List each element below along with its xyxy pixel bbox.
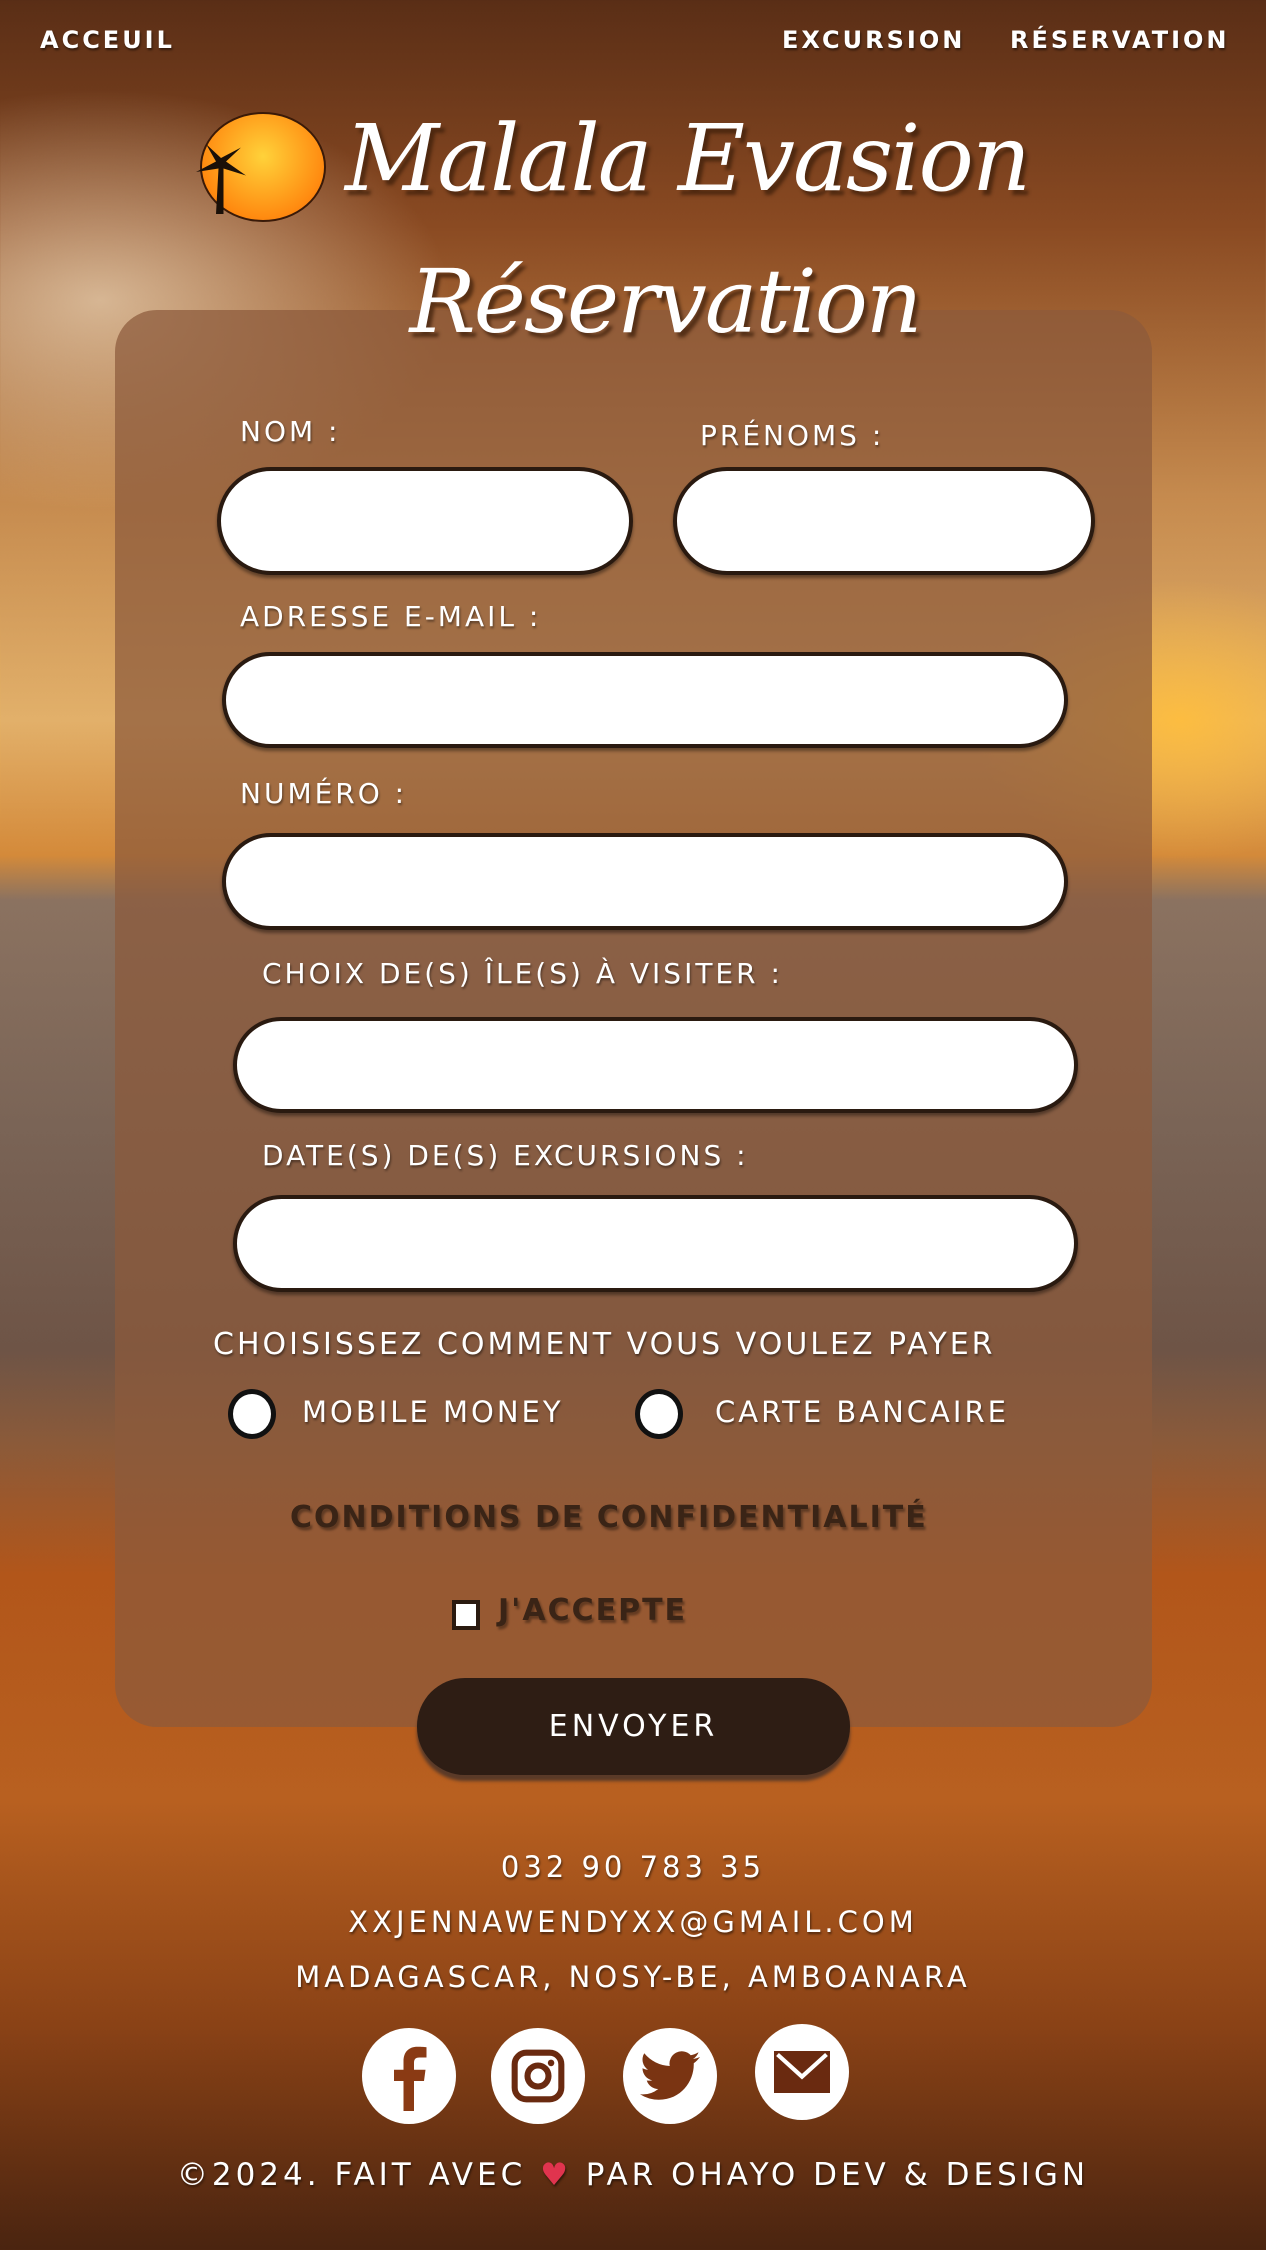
email-label: ADRESSE E-MAIL : <box>240 600 542 633</box>
radio-mobile-money-label[interactable]: MOBILE MONEY <box>302 1395 564 1429</box>
dates-label: DATE(S) DE(S) EXCURSIONS : <box>262 1139 749 1172</box>
footer-email[interactable]: XXJENNAWENDYXX@GMAIL.COM <box>0 1905 1266 1939</box>
facebook-icon[interactable] <box>362 2028 456 2124</box>
radio-carte-bancaire[interactable] <box>635 1389 683 1439</box>
mail-icon[interactable] <box>755 2024 849 2120</box>
nom-input[interactable] <box>217 467 633 575</box>
prenoms-input[interactable] <box>673 467 1095 575</box>
accept-label[interactable]: J'ACCEPTE <box>498 1593 687 1628</box>
copyright-prefix: ©2024. FAIT AVEC <box>176 2157 527 2193</box>
iles-input[interactable] <box>233 1017 1078 1113</box>
nav-reservation[interactable]: RÉSERVATION <box>1010 26 1229 54</box>
submit-button[interactable]: ENVOYER <box>417 1678 850 1775</box>
accept-checkbox[interactable] <box>452 1600 480 1630</box>
logo <box>200 112 326 222</box>
email-input[interactable] <box>222 652 1068 748</box>
heart-icon: ♥ <box>540 2157 572 2193</box>
footer-phone: 032 90 783 35 <box>500 1850 766 1884</box>
prenoms-label: PRÉNOMS : <box>700 419 885 452</box>
twitter-icon[interactable] <box>623 2028 717 2124</box>
nav-home[interactable]: ACCEUIL <box>40 26 175 54</box>
iles-label: CHOIX DE(S) ÎLE(S) À VISITER : <box>262 957 783 990</box>
nom-label: NOM : <box>240 415 341 448</box>
numero-input[interactable] <box>222 833 1068 930</box>
radio-mobile-money[interactable] <box>228 1389 276 1439</box>
brand-title: Malala Evasion <box>345 105 1031 212</box>
instagram-icon[interactable] <box>491 2028 585 2124</box>
footer-address: MADAGASCAR, NOSY-BE, AMBOANARA <box>295 1960 971 1994</box>
copyright: ©2024. FAIT AVEC ♥ PAR OHAYO DEV & DESIG… <box>0 2157 1266 2193</box>
radio-carte-bancaire-label[interactable]: CARTE BANCAIRE <box>715 1395 1009 1429</box>
nav-excursion[interactable]: EXCURSION <box>782 26 965 54</box>
copyright-suffix: PAR OHAYO DEV & DESIGN <box>585 2157 1090 2193</box>
payment-prompt: CHOISISSEZ COMMENT VOUS VOULEZ PAYER <box>213 1327 996 1362</box>
page-title: Réservation <box>409 250 923 353</box>
privacy-conditions-link[interactable]: CONDITIONS DE CONFIDENTIALITÉ <box>290 1500 928 1535</box>
dates-input[interactable] <box>233 1195 1078 1292</box>
numero-label: NUMÉRO : <box>240 777 408 810</box>
